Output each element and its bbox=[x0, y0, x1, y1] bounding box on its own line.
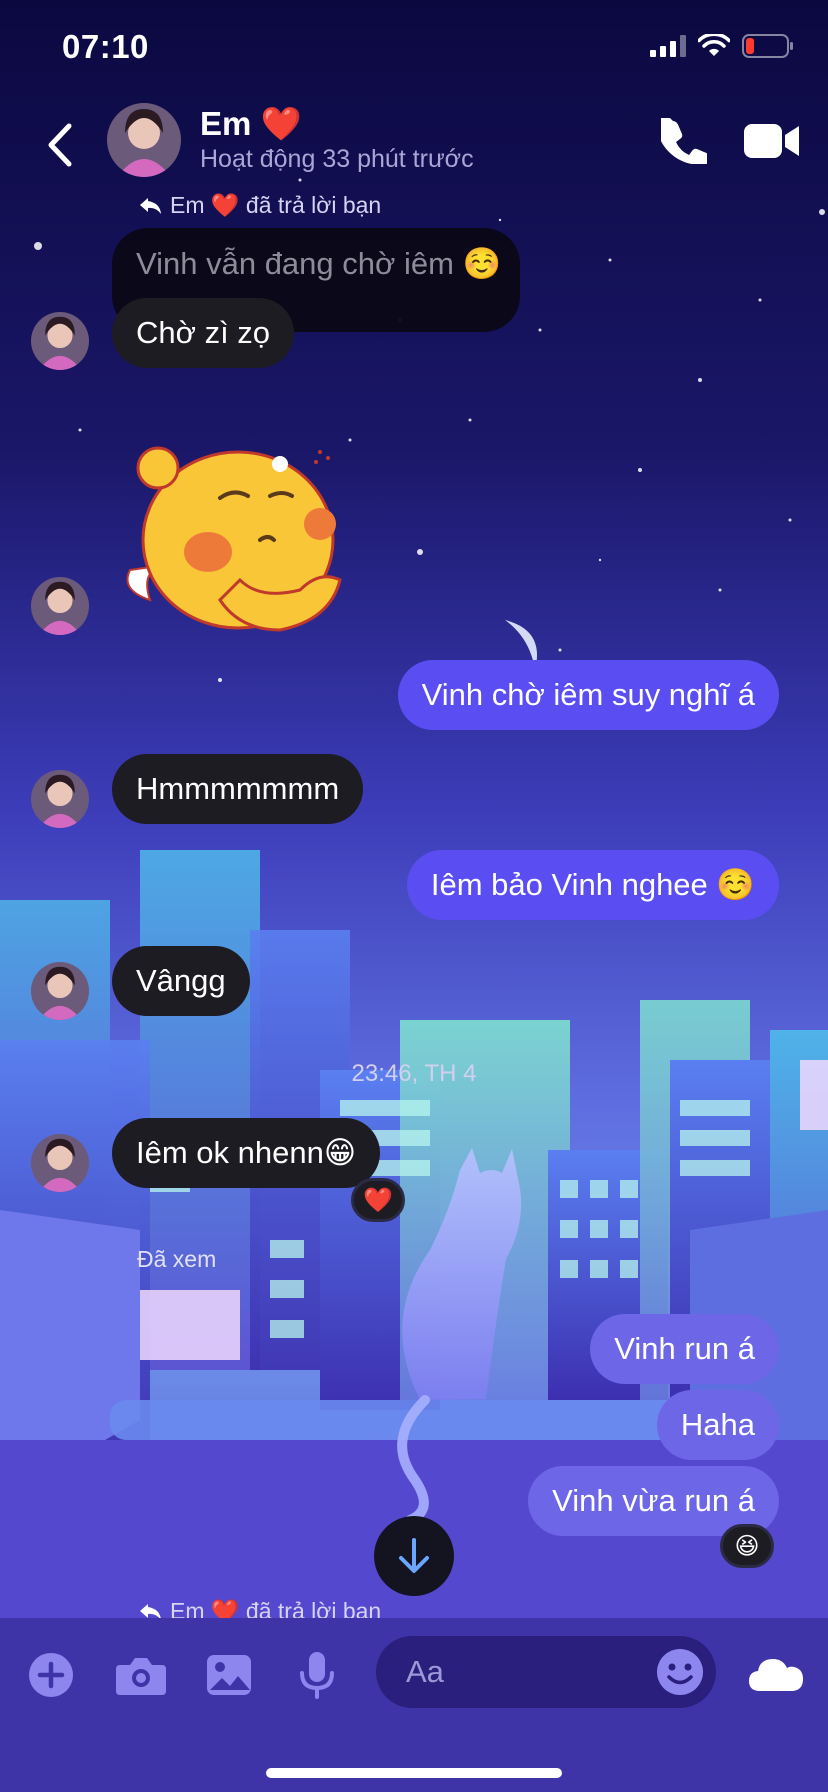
message-bubble-outgoing[interactable]: Iêm bảo Vinh nghee ☺️ bbox=[406, 850, 779, 920]
message-bubble-incoming[interactable]: Vângg bbox=[112, 946, 250, 1016]
message-bubble-incoming[interactable]: Hmmmmmmm bbox=[112, 754, 364, 824]
voice-call-button[interactable] bbox=[656, 113, 712, 169]
reply-note-text: Em ❤️ đã trả lời bạn bbox=[170, 192, 382, 218]
home-indicator[interactable] bbox=[266, 1768, 562, 1778]
emoji-icon bbox=[657, 1649, 703, 1695]
yellow-chick-sticker bbox=[126, 446, 342, 632]
laugh-reaction[interactable]: 😆 bbox=[720, 1524, 774, 1568]
conversation-header: Em ❤️ Hoạt động 33 phút trước bbox=[0, 95, 828, 195]
plus-button[interactable] bbox=[24, 1648, 78, 1702]
heart-reaction[interactable]: ❤️ bbox=[351, 1178, 405, 1222]
status-time: 07:10 bbox=[62, 28, 149, 65]
voice-message-button[interactable] bbox=[290, 1648, 344, 1702]
avatar[interactable] bbox=[31, 577, 89, 635]
camera-icon bbox=[116, 1658, 166, 1695]
sticker-message[interactable] bbox=[120, 440, 350, 640]
avatar[interactable] bbox=[31, 962, 89, 1020]
plus-icon bbox=[29, 1653, 73, 1697]
gallery-button[interactable] bbox=[202, 1648, 256, 1702]
video-call-button[interactable] bbox=[740, 115, 804, 167]
avatar-image bbox=[31, 770, 89, 828]
cellular-signal-icon bbox=[650, 35, 686, 57]
avatar-image bbox=[31, 962, 89, 1020]
image-icon bbox=[207, 1655, 251, 1695]
message-composer bbox=[0, 1618, 828, 1792]
wifi-icon bbox=[698, 34, 730, 56]
chevron-left-icon bbox=[48, 123, 72, 167]
camera-button[interactable] bbox=[114, 1648, 168, 1702]
arrow-down-icon bbox=[399, 1538, 429, 1573]
active-status: Hoạt động 33 phút trước bbox=[200, 145, 474, 173]
avatar-image bbox=[31, 577, 89, 635]
microphone-icon bbox=[300, 1652, 334, 1699]
battery-icon bbox=[742, 34, 793, 58]
reply-note-top: Em ❤️ đã trả lời bạn bbox=[138, 192, 381, 219]
message-bubble-outgoing[interactable]: Haha bbox=[656, 1390, 779, 1460]
message-bubble-incoming[interactable]: Iêm ok nhenn😁 bbox=[112, 1118, 381, 1188]
video-camera-icon bbox=[744, 124, 799, 158]
avatar-image bbox=[107, 103, 181, 177]
avatar[interactable] bbox=[31, 1134, 89, 1192]
timestamp: 23:46, TH 4 bbox=[351, 1060, 477, 1087]
quoted-message-text: Vinh vẫn đang chờ iêm ☺️ bbox=[136, 246, 502, 281]
avatar-image bbox=[31, 312, 89, 370]
emoji-button[interactable] bbox=[656, 1648, 704, 1696]
avatar[interactable] bbox=[31, 770, 89, 828]
cloud-icon bbox=[749, 1659, 803, 1691]
reply-arrow-icon bbox=[140, 197, 161, 214]
avatar[interactable] bbox=[31, 312, 89, 370]
contact-avatar[interactable] bbox=[107, 103, 181, 177]
message-bubble-outgoing[interactable]: Vinh run á bbox=[590, 1314, 779, 1384]
status-bar: 07:10 bbox=[0, 0, 828, 100]
message-bubble-outgoing[interactable]: Vinh chờ iêm suy nghĩ á bbox=[397, 660, 779, 730]
avatar-image bbox=[31, 1134, 89, 1192]
contact-name[interactable]: Em ❤️ bbox=[200, 105, 302, 144]
cloud-button[interactable] bbox=[746, 1648, 806, 1702]
back-button[interactable] bbox=[38, 115, 82, 175]
phone-icon bbox=[661, 118, 707, 164]
seen-label: Đã xem bbox=[137, 1246, 217, 1272]
status-icons bbox=[650, 34, 794, 58]
message-bubble-incoming[interactable]: Chờ zì zọ bbox=[112, 298, 295, 368]
scroll-to-bottom-button[interactable] bbox=[374, 1516, 454, 1596]
